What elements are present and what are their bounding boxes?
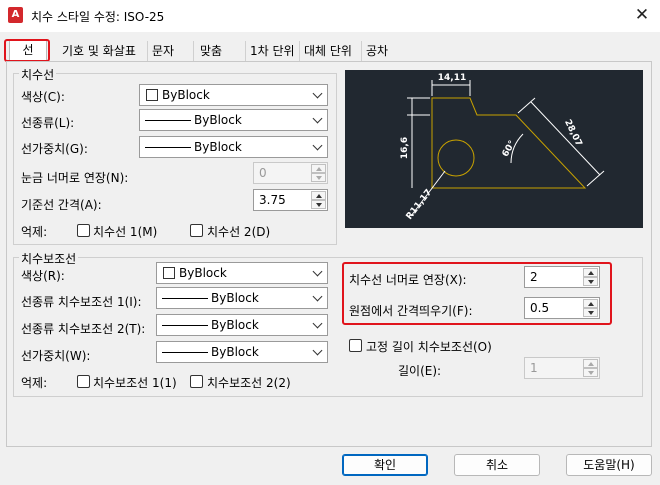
help-button[interactable]: 도움말(H) [566, 454, 652, 476]
spin-down-icon[interactable] [311, 200, 326, 209]
ext-linetype1-select[interactable]: ByBlock [156, 287, 328, 309]
suppress-ext-line1-checkbox[interactable] [77, 375, 90, 388]
spin-down-icon [583, 368, 598, 377]
baseline-spacing-spinner[interactable]: 3.75 [253, 189, 328, 211]
dim-lineweight-label: 선가중치(G): [21, 142, 88, 156]
dim-linetype-select[interactable]: ByBlock [139, 109, 328, 131]
chevron-down-icon [312, 345, 323, 356]
ext-linetype1-label: 선종류 치수보조선 1(I): [21, 295, 142, 309]
baseline-spacing-label: 기준선 간격(A): [21, 198, 102, 212]
active-tab-highlight [4, 39, 50, 62]
fixed-length-checkbox[interactable] [349, 339, 362, 352]
lineweight-sample [162, 352, 208, 353]
linetype-sample [162, 325, 208, 326]
ext-lineweight-label: 선가중치(W): [21, 349, 91, 363]
length-label: 길이(E): [398, 364, 442, 378]
suppress-dim-line2-label: 치수선 2(D) [207, 225, 271, 239]
fixed-length-label: 고정 길이 치수보조선(O) [366, 340, 492, 354]
settings-highlight-box [342, 262, 612, 325]
cancel-button[interactable]: 취소 [454, 454, 540, 476]
dimension-preview: 14,11 16,6 28,07 60° R11,17 [345, 70, 643, 228]
chevron-down-icon [312, 291, 323, 302]
suppress-dim-line1-label: 치수선 1(M) [93, 225, 158, 239]
suppress-ext-line2-checkbox[interactable] [190, 375, 203, 388]
preview-drawing: 14,11 16,6 28,07 60° R11,17 [400, 73, 605, 222]
color-swatch [146, 89, 158, 101]
spin-down-icon [311, 173, 326, 182]
tab-strip: 선 기호 및 화살표 문자 맞춤 1차 단위 대체 단위 공차 [0, 32, 660, 63]
ext-lineweight-select[interactable]: ByBlock [156, 341, 328, 363]
length-spinner: 1 [524, 357, 600, 379]
ext-color-label: 색상(R): [21, 269, 65, 283]
preview-dim-radius: R11,17 [405, 188, 435, 222]
dim-color-label: 색상(C): [21, 90, 65, 104]
dim-linetype-label: 선종류(L): [21, 116, 75, 130]
tab-tolerances[interactable]: 공차 [364, 41, 400, 62]
title-bar: A 치수 스타일 수정: ISO-25 ✕ [0, 0, 660, 32]
preview-dim-top: 14,11 [438, 73, 466, 83]
tab-symbols-arrows[interactable]: 기호 및 화살표 [60, 41, 148, 62]
tab-primary-units[interactable]: 1차 단위 [248, 41, 300, 62]
spin-up-icon [311, 164, 326, 173]
preview-dim-right: 28,07 [562, 118, 583, 148]
dim-color-select[interactable]: ByBlock [139, 84, 328, 106]
chevron-down-icon [312, 88, 323, 99]
dim-suppress-label: 억제: [21, 225, 48, 239]
extend-ticks-spinner: 0 [253, 162, 328, 184]
preview-dim-left: 16,6 [400, 137, 410, 159]
window-title: 치수 스타일 수정: ISO-25 [31, 10, 165, 24]
preview-dim-angle: 60° [501, 139, 518, 159]
ext-suppress-label: 억제: [21, 376, 48, 390]
suppress-ext-line2-label: 치수보조선 2(2) [207, 376, 291, 390]
tab-text[interactable]: 문자 [150, 41, 194, 62]
extend-ticks-label: 눈금 너머로 연장(N): [21, 171, 129, 185]
linetype-sample [145, 120, 191, 121]
ext-linetype2-label: 선종류 치수보조선 2(T): [21, 322, 146, 336]
dim-lineweight-select[interactable]: ByBlock [139, 136, 328, 158]
close-icon[interactable]: ✕ [630, 4, 654, 28]
extension-lines-group-label: 치수보조선 [19, 250, 79, 267]
color-swatch [163, 267, 175, 279]
suppress-ext-line1-label: 치수보조선 1(1) [93, 376, 177, 390]
ext-color-select[interactable]: ByBlock [156, 262, 328, 284]
suppress-dim-line1-checkbox[interactable] [77, 224, 90, 237]
ok-button[interactable]: 확인 [342, 454, 428, 476]
ext-linetype2-select[interactable]: ByBlock [156, 314, 328, 336]
linetype-sample [162, 298, 208, 299]
autocad-app-icon: A [8, 7, 23, 23]
suppress-dim-line2-checkbox[interactable] [190, 224, 203, 237]
tab-fit[interactable]: 맞춤 [198, 41, 246, 62]
chevron-down-icon [312, 140, 323, 151]
lineweight-sample [145, 147, 191, 148]
chevron-down-icon [312, 318, 323, 329]
dimension-lines-group-label: 치수선 [19, 66, 57, 83]
chevron-down-icon [312, 266, 323, 277]
spin-up-icon [583, 359, 598, 368]
tab-alternate-units[interactable]: 대체 단위 [302, 41, 362, 62]
chevron-down-icon [312, 113, 323, 124]
spin-up-icon[interactable] [311, 191, 326, 200]
